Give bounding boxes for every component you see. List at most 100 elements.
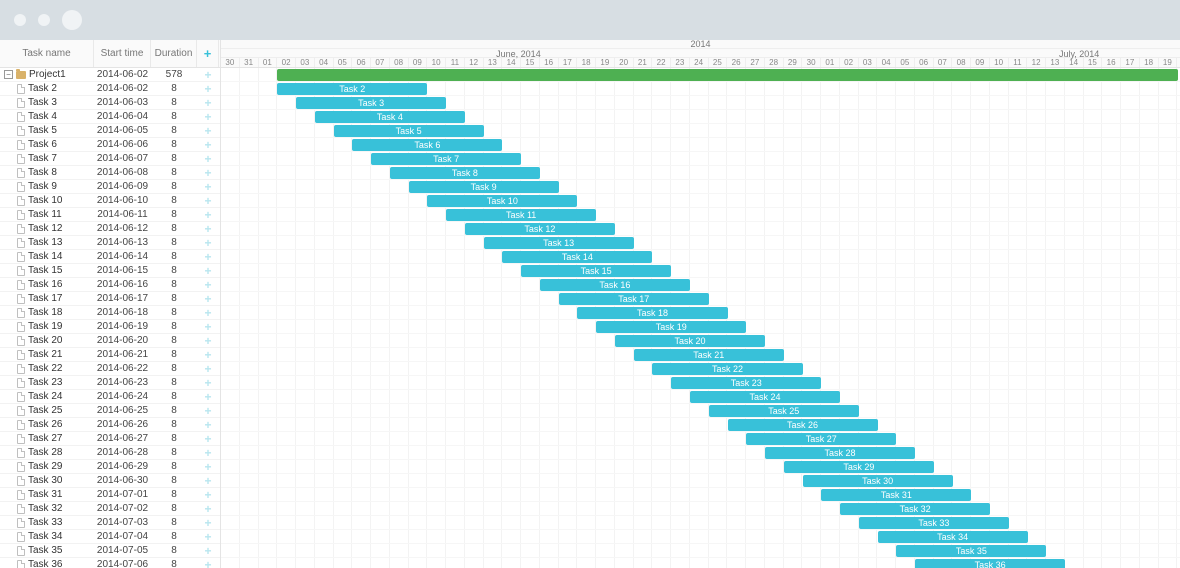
add-task-button[interactable]: + [197,152,219,166]
task-row[interactable]: Task 92014-06-098+ [0,180,220,194]
add-task-button[interactable]: + [197,516,219,530]
add-task-button[interactable]: + [197,502,219,516]
add-task-button[interactable]: + [197,544,219,558]
add-task-button[interactable]: + [197,390,219,404]
task-row[interactable]: Task 152014-06-158+ [0,264,220,278]
task-row[interactable]: Task 322014-07-028+ [0,502,220,516]
add-task-button[interactable]: + [197,110,219,124]
add-task-button[interactable]: + [197,208,219,222]
add-task-button[interactable]: + [197,460,219,474]
task-bar[interactable]: Task 26 [728,419,878,431]
task-bar[interactable]: Task 3 [296,97,446,109]
task-row[interactable]: Task 292014-06-298+ [0,460,220,474]
task-row[interactable]: Task 52014-06-058+ [0,124,220,138]
col-header-start[interactable]: Start time [94,40,151,67]
add-task-button[interactable]: + [197,180,219,194]
add-task-button[interactable]: + [197,334,219,348]
task-bar[interactable]: Task 21 [634,349,784,361]
project-row[interactable]: −Project12014-06-02578+ [0,68,220,82]
task-bar[interactable]: Task 14 [502,251,652,263]
add-task-button[interactable]: + [197,530,219,544]
add-task-button[interactable]: + [197,194,219,208]
task-row[interactable]: Task 362014-07-068+ [0,558,220,568]
task-bar[interactable]: Task 27 [746,433,896,445]
task-bar[interactable]: Task 30 [803,475,953,487]
task-bar[interactable]: Task 12 [465,223,615,235]
task-row[interactable]: Task 312014-07-018+ [0,488,220,502]
task-bar[interactable]: Task 9 [409,181,559,193]
task-row[interactable]: Task 262014-06-268+ [0,418,220,432]
add-task-button[interactable]: + [197,82,219,96]
task-row[interactable]: Task 122014-06-128+ [0,222,220,236]
project-bar[interactable] [277,69,1177,81]
add-column-button[interactable]: + [197,40,219,67]
task-row[interactable]: Task 132014-06-138+ [0,236,220,250]
add-task-button[interactable]: + [197,222,219,236]
add-task-button[interactable]: + [197,278,219,292]
task-bar[interactable]: Task 23 [671,377,821,389]
task-bar[interactable]: Task 20 [615,335,765,347]
task-bar[interactable]: Task 25 [709,405,859,417]
col-header-name[interactable]: Task name [0,40,94,67]
add-task-button[interactable]: + [197,432,219,446]
task-row[interactable]: Task 242014-06-248+ [0,390,220,404]
add-task-button[interactable]: + [197,404,219,418]
add-task-button[interactable]: + [197,348,219,362]
task-bar[interactable]: Task 13 [484,237,634,249]
task-row[interactable]: Task 232014-06-238+ [0,376,220,390]
task-row[interactable]: Task 222014-06-228+ [0,362,220,376]
task-bar[interactable]: Task 6 [352,139,502,151]
add-task-button[interactable]: + [197,68,219,82]
task-bar[interactable]: Task 11 [446,209,596,221]
add-task-button[interactable]: + [197,474,219,488]
task-row[interactable]: Task 192014-06-198+ [0,320,220,334]
add-task-button[interactable]: + [197,250,219,264]
gantt-chart[interactable]: Task 2Task 3Task 4Task 5Task 6Task 7Task… [221,68,1180,568]
task-row[interactable]: Task 22014-06-028+ [0,82,220,96]
add-task-button[interactable]: + [197,306,219,320]
task-bar[interactable]: Task 10 [427,195,577,207]
add-task-button[interactable]: + [197,558,219,568]
task-bar[interactable]: Task 31 [821,489,971,501]
collapse-toggle-icon[interactable]: − [4,70,13,79]
task-bar[interactable]: Task 15 [521,265,671,277]
task-bar[interactable]: Task 8 [390,167,540,179]
task-bar[interactable]: Task 24 [690,391,840,403]
task-bar[interactable]: Task 16 [540,279,690,291]
task-row[interactable]: Task 352014-07-058+ [0,544,220,558]
task-bar[interactable]: Task 4 [315,111,465,123]
task-row[interactable]: Task 182014-06-188+ [0,306,220,320]
add-task-button[interactable]: + [197,376,219,390]
add-task-button[interactable]: + [197,96,219,110]
task-row[interactable]: Task 252014-06-258+ [0,404,220,418]
add-task-button[interactable]: + [197,124,219,138]
add-task-button[interactable]: + [197,292,219,306]
task-bar[interactable]: Task 19 [596,321,746,333]
task-row[interactable]: Task 112014-06-118+ [0,208,220,222]
task-row[interactable]: Task 32014-06-038+ [0,96,220,110]
add-task-button[interactable]: + [197,264,219,278]
task-row[interactable]: Task 282014-06-288+ [0,446,220,460]
task-row[interactable]: Task 72014-06-078+ [0,152,220,166]
task-row[interactable]: Task 102014-06-108+ [0,194,220,208]
task-bar[interactable]: Task 7 [371,153,521,165]
task-row[interactable]: Task 172014-06-178+ [0,292,220,306]
task-row[interactable]: Task 162014-06-168+ [0,278,220,292]
task-bar[interactable]: Task 33 [859,517,1009,529]
task-bar[interactable]: Task 36 [915,559,1065,568]
add-task-button[interactable]: + [197,446,219,460]
col-header-duration[interactable]: Duration [151,40,197,67]
task-bar[interactable]: Task 35 [896,545,1046,557]
task-bar[interactable]: Task 32 [840,503,990,515]
task-row[interactable]: Task 302014-06-308+ [0,474,220,488]
task-row[interactable]: Task 142014-06-148+ [0,250,220,264]
task-bar[interactable]: Task 2 [277,83,427,95]
task-bar[interactable]: Task 34 [878,531,1028,543]
task-row[interactable]: Task 332014-07-038+ [0,516,220,530]
task-bar[interactable]: Task 29 [784,461,934,473]
add-task-button[interactable]: + [197,362,219,376]
add-task-button[interactable]: + [197,320,219,334]
task-bar[interactable]: Task 22 [652,363,802,375]
task-row[interactable]: Task 342014-07-048+ [0,530,220,544]
task-row[interactable]: Task 82014-06-088+ [0,166,220,180]
